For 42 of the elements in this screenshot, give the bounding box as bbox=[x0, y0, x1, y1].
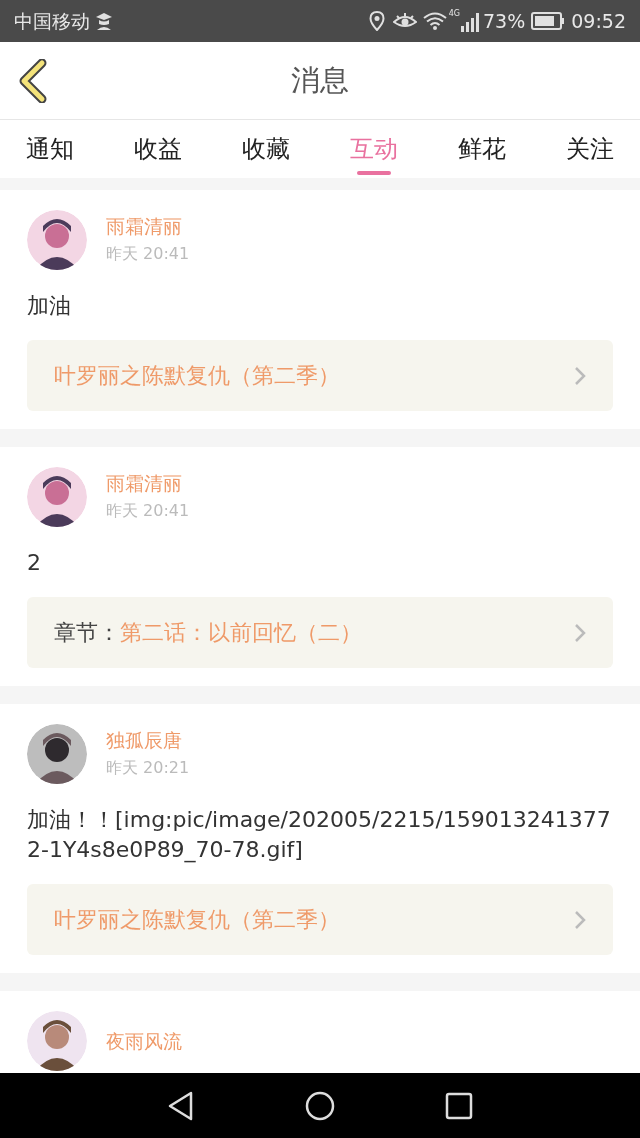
link-card[interactable]: 叶罗丽之陈默复仇（第二季） bbox=[27, 340, 613, 411]
back-icon[interactable] bbox=[167, 1090, 195, 1121]
tab-indicator bbox=[357, 171, 391, 175]
comment-text: 加油！！[img:pic/image/202005/2215/1590132413772-1Y4s8e0P89_70-78.gif] bbox=[27, 806, 612, 865]
home-icon[interactable] bbox=[305, 1090, 335, 1121]
back-icon bbox=[18, 59, 48, 103]
tab[interactable]: 通知 bbox=[20, 120, 80, 178]
tab[interactable]: 关注 bbox=[560, 120, 620, 178]
page-title: 消息 bbox=[291, 61, 349, 99]
tab[interactable]: 鲜花 bbox=[452, 120, 512, 178]
wifi-icon bbox=[422, 12, 447, 30]
tab[interactable]: 互动 bbox=[344, 120, 404, 178]
chevron-right-icon bbox=[574, 622, 586, 643]
signal-icon bbox=[460, 12, 482, 32]
tab[interactable]: 收藏 bbox=[236, 120, 296, 178]
user-name[interactable]: 夜雨风流 bbox=[106, 1027, 182, 1055]
message-time: 昨天 20:41 bbox=[106, 500, 190, 522]
comment-text: 加油 bbox=[27, 292, 72, 320]
tab[interactable]: 收益 bbox=[128, 120, 188, 178]
clock-time: 09:52 bbox=[571, 8, 626, 34]
chapter-title: 第二话：以前回忆（二） bbox=[120, 619, 362, 647]
book-title: 叶罗丽之陈默复仇（第二季） bbox=[54, 362, 340, 390]
battery-percent: 73% bbox=[483, 8, 526, 34]
user-name[interactable]: 雨霜清丽 bbox=[106, 469, 190, 497]
book-title: 叶罗丽之陈默复仇（第二季） bbox=[54, 906, 340, 934]
link-card[interactable]: 叶罗丽之陈默复仇（第二季） bbox=[27, 884, 613, 955]
chevron-right-icon bbox=[574, 365, 586, 386]
recent-apps-icon[interactable] bbox=[445, 1091, 473, 1120]
comment-text: 2 bbox=[27, 549, 42, 577]
battery-icon bbox=[531, 12, 566, 30]
network-type: 4G bbox=[448, 10, 460, 18]
link-card[interactable]: 章节：第二话：以前回忆（二） bbox=[27, 597, 613, 668]
chevron-right-icon bbox=[574, 909, 586, 930]
user-name[interactable]: 独孤辰唐 bbox=[106, 726, 190, 754]
carrier-name: 中国移动 bbox=[14, 8, 90, 34]
location-icon bbox=[368, 11, 385, 31]
chapter-label: 章节： bbox=[54, 619, 120, 647]
eye-icon bbox=[392, 12, 417, 30]
profile-icon bbox=[94, 12, 114, 30]
user-name[interactable]: 雨霜清丽 bbox=[106, 212, 190, 240]
message-time: 昨天 20:21 bbox=[106, 757, 190, 779]
message-time: 昨天 20:41 bbox=[106, 243, 190, 265]
